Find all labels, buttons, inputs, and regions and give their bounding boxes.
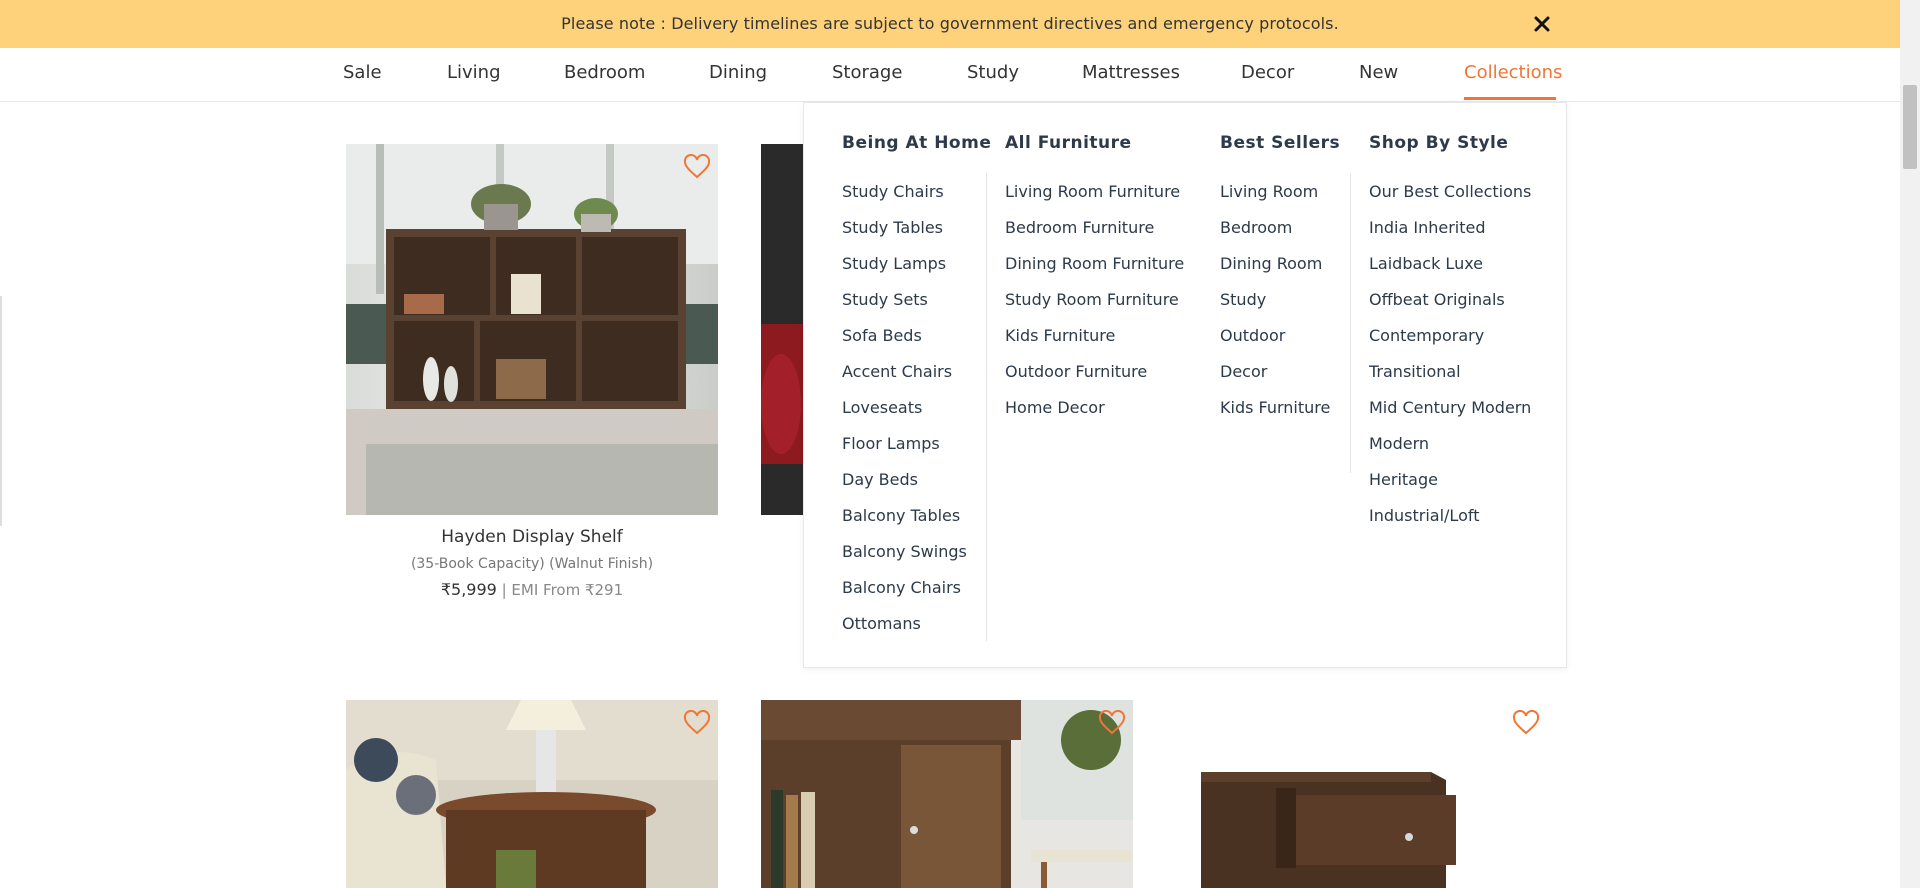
menu-link[interactable]: Bedroom Furniture [1005, 218, 1154, 237]
nav-item-decor[interactable]: Decor [1241, 62, 1294, 83]
delivery-notice-bar: Please note : Delivery timelines are sub… [0, 0, 1900, 48]
menu-link[interactable]: Modern [1369, 434, 1429, 453]
nav-item-sale[interactable]: Sale [343, 62, 382, 83]
menu-link[interactable]: Kids Furniture [1005, 326, 1115, 345]
menu-link[interactable]: Decor [1220, 362, 1267, 381]
product-title[interactable]: Hayden Display Shelf [346, 527, 718, 547]
wishlist-heart-icon[interactable] [1098, 709, 1126, 736]
product-price: ₹5,999 [440, 580, 497, 599]
menu-link[interactable]: Contemporary [1369, 326, 1484, 345]
close-icon[interactable] [1529, 11, 1555, 37]
menu-link[interactable]: Industrial/Loft [1369, 506, 1479, 525]
menu-link[interactable]: Outdoor Furniture [1005, 362, 1147, 381]
notice-text: Please note : Delivery timelines are sub… [561, 14, 1339, 33]
nav-item-study[interactable]: Study [967, 62, 1019, 83]
product-image-partial[interactable] [761, 144, 803, 515]
scrollbar-thumb[interactable] [1903, 85, 1917, 169]
menu-link[interactable]: Offbeat Originals [1369, 290, 1505, 309]
product-image-hayden-display-shelf[interactable] [346, 144, 718, 515]
menu-link[interactable]: Dining Room Furniture [1005, 254, 1184, 273]
menu-link[interactable]: Loveseats [842, 398, 922, 417]
product-image-side-table[interactable] [346, 700, 718, 888]
menu-link[interactable]: Study Room Furniture [1005, 290, 1179, 309]
nav-item-collections[interactable]: Collections [1464, 62, 1562, 83]
menu-link[interactable]: Mid Century Modern [1369, 398, 1531, 417]
menu-link[interactable]: Our Best Collections [1369, 182, 1531, 201]
menu-link[interactable]: Balcony Chairs [842, 578, 961, 597]
menu-column-title[interactable]: All Furniture [1005, 133, 1132, 153]
nav-item-bedroom[interactable]: Bedroom [564, 62, 645, 83]
column-divider [1350, 173, 1351, 473]
menu-link[interactable]: Bedroom [1220, 218, 1292, 237]
nav-item-living[interactable]: Living [447, 62, 501, 83]
column-divider [986, 173, 987, 641]
menu-link[interactable]: Ottomans [842, 614, 921, 633]
nav-item-storage[interactable]: Storage [832, 62, 902, 83]
wishlist-heart-icon[interactable] [1512, 709, 1540, 736]
side-drawer-edge [0, 296, 2, 526]
menu-column-title[interactable]: Shop By Style [1369, 133, 1508, 153]
wishlist-heart-icon[interactable] [683, 153, 711, 180]
nav-item-new[interactable]: New [1359, 62, 1398, 83]
menu-link[interactable]: Study [1220, 290, 1266, 309]
menu-link[interactable]: Dining Room [1220, 254, 1322, 273]
menu-column-title[interactable]: Best Sellers [1220, 133, 1340, 153]
collections-mega-menu: Being At Home Study Chairs Study Tables … [803, 102, 1567, 668]
nav-item-mattresses[interactable]: Mattresses [1082, 62, 1180, 83]
menu-link[interactable]: Study Tables [842, 218, 943, 237]
nav-item-dining[interactable]: Dining [709, 62, 767, 83]
menu-link[interactable]: Balcony Tables [842, 506, 960, 525]
menu-link[interactable]: Study Sets [842, 290, 928, 309]
menu-link[interactable]: Sofa Beds [842, 326, 922, 345]
menu-link[interactable]: Study Lamps [842, 254, 946, 273]
menu-column-title[interactable]: Being At Home [842, 133, 991, 153]
product-image-nightstand[interactable] [1176, 700, 1548, 888]
active-nav-underline [1464, 97, 1556, 100]
menu-link[interactable]: Accent Chairs [842, 362, 952, 381]
menu-link[interactable]: Home Decor [1005, 398, 1105, 417]
menu-link[interactable]: Living Room [1220, 182, 1318, 201]
menu-link[interactable]: Laidback Luxe [1369, 254, 1483, 273]
menu-link[interactable]: India Inherited [1369, 218, 1486, 237]
product-subtitle: (35-Book Capacity) (Walnut Finish) [410, 556, 654, 572]
menu-link[interactable]: Floor Lamps [842, 434, 940, 453]
menu-link[interactable]: Living Room Furniture [1005, 182, 1180, 201]
product-emi: | EMI From ₹291 [496, 581, 624, 599]
menu-link[interactable]: Day Beds [842, 470, 918, 489]
wishlist-heart-icon[interactable] [683, 709, 711, 736]
menu-link[interactable]: Kids Furniture [1220, 398, 1330, 417]
main-nav: Sale Living Bedroom Dining Storage Study… [0, 48, 1900, 102]
product-price-line: ₹5,999 | EMI From ₹291 [346, 580, 718, 599]
menu-link[interactable]: Balcony Swings [842, 542, 967, 561]
menu-link[interactable]: Heritage [1369, 470, 1438, 489]
product-image-cabinet[interactable] [761, 700, 1133, 888]
menu-link[interactable]: Study Chairs [842, 182, 944, 201]
menu-link[interactable]: Outdoor [1220, 326, 1285, 345]
menu-link[interactable]: Transitional [1369, 362, 1461, 381]
